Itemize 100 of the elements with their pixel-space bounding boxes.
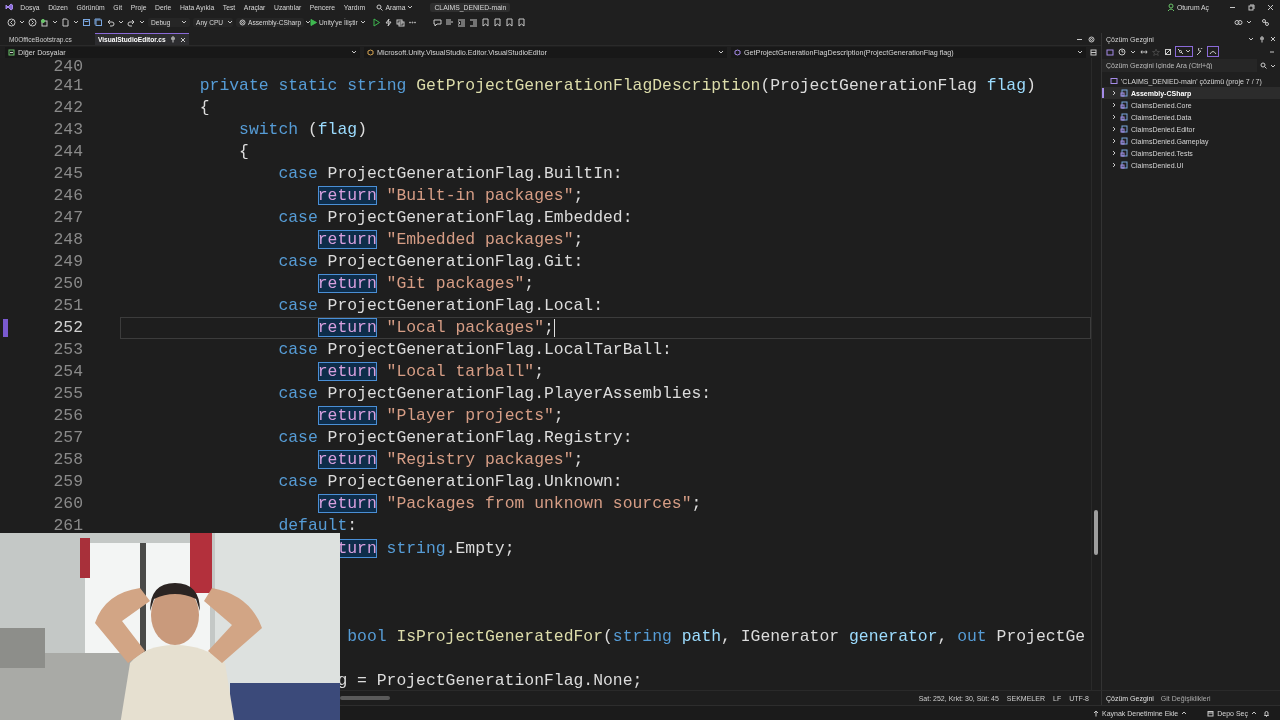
save-all-icon[interactable] [94, 17, 103, 27]
close-icon[interactable] [1270, 36, 1276, 42]
code-line: case ProjectGenerationFlag.Unknown: [277, 471, 624, 493]
code-line: default: [277, 515, 359, 537]
undo-icon[interactable] [106, 17, 115, 27]
line-number: 249 [52, 251, 83, 271]
restore-icon[interactable] [1248, 3, 1255, 11]
next-bookmark-icon[interactable] [504, 17, 514, 27]
caret-icon[interactable] [1185, 48, 1191, 54]
start-without-debugging-icon[interactable] [371, 17, 381, 27]
new-project-icon[interactable] [40, 17, 49, 27]
hot-reload-icon[interactable] [383, 17, 393, 27]
line-number: 252 [52, 318, 83, 338]
code-line: case ProjectGenerationFlag.BuiltIn: [277, 162, 624, 185]
code-line: case ProjectGenerationFlag.Embedded: [277, 206, 634, 229]
indent-icon[interactable] [468, 17, 478, 27]
star-icon[interactable] [1152, 47, 1160, 56]
window-icon[interactable] [395, 17, 405, 27]
search-icon[interactable] [1260, 62, 1267, 69]
line-number: 255 [52, 384, 83, 404]
line-number: 245 [52, 163, 83, 183]
code-line: return "Packages from unknown sources"; [316, 493, 703, 515]
account-icon [1166, 3, 1175, 11]
search-icon [376, 3, 384, 11]
save-icon[interactable] [82, 17, 91, 27]
back-icon[interactable] [7, 17, 16, 27]
solution-icon [1110, 77, 1118, 85]
line-number: 253 [52, 340, 83, 360]
line-number: 254 [52, 362, 83, 382]
line-number: 247 [52, 207, 83, 227]
caret-icon [1251, 710, 1257, 716]
arrow-up-icon [1093, 709, 1099, 717]
code-line: switch (flag) [238, 118, 368, 141]
code-line: return "Local tarball"; [316, 361, 545, 383]
caret-icon[interactable] [1077, 49, 1083, 55]
comment-icon[interactable] [432, 17, 442, 27]
code-line: return "Git packages"; [316, 272, 536, 295]
code-line: return "Built-in packages"; [316, 184, 585, 207]
share-icon[interactable] [1261, 17, 1270, 27]
caret-icon[interactable] [407, 4, 414, 10]
hide-files-icon[interactable] [1164, 47, 1172, 56]
caret-icon[interactable] [181, 19, 187, 25]
uncomment-icon[interactable] [444, 17, 454, 27]
caret-icon[interactable] [1246, 19, 1252, 25]
caret-icon[interactable] [359, 19, 366, 25]
caret-icon[interactable] [227, 19, 234, 25]
redo-icon[interactable] [127, 17, 136, 27]
caret-icon[interactable] [1248, 36, 1254, 42]
code-line: private static string GetProjectGenerationFlagDescription(ProjectGenerationFlag flag) [198, 74, 1037, 97]
filter-button[interactable] [1176, 47, 1192, 56]
new-file-icon[interactable] [61, 17, 70, 27]
outdent-icon[interactable] [456, 17, 466, 27]
code-line: case ProjectGenerationFlag.PlayerAssemblies: [277, 383, 713, 405]
caret-icon[interactable] [1270, 62, 1276, 69]
forward-icon[interactable] [28, 17, 37, 27]
line-number: 251 [52, 296, 83, 315]
line-number: 257 [52, 428, 83, 448]
caret-icon[interactable] [118, 19, 124, 25]
split-icon[interactable] [1090, 48, 1097, 56]
line-number: 260 [52, 494, 83, 514]
scrollbar[interactable] [1091, 58, 1101, 690]
line-number: 240 [52, 58, 83, 76]
wrench-icon[interactable] [1196, 47, 1204, 56]
caret-icon[interactable] [351, 49, 357, 55]
repository-icon [1207, 709, 1215, 717]
pin-icon[interactable] [169, 36, 176, 43]
close-icon[interactable] [179, 36, 186, 43]
line-number: 248 [52, 229, 83, 249]
caret-icon[interactable] [1130, 48, 1136, 55]
pin-icon[interactable] [1259, 35, 1265, 43]
horizontal-scrollbar[interactable] [340, 696, 390, 700]
code-line: return "Player projects"; [316, 405, 565, 427]
close-icon[interactable] [1267, 3, 1274, 11]
caret-icon[interactable] [52, 19, 58, 25]
home-icon[interactable] [1106, 47, 1114, 56]
code-line: case ProjectGenerationFlag.Local: [277, 295, 604, 317]
bookmark-icon[interactable] [480, 17, 490, 27]
link-icon [1177, 48, 1184, 55]
caret-icon[interactable] [718, 49, 724, 55]
caret-icon[interactable] [19, 19, 25, 25]
copilot-icon[interactable] [1234, 17, 1243, 27]
logo-icon[interactable] [4, 2, 14, 12]
caret-icon[interactable] [73, 19, 79, 25]
bell-icon[interactable] [1263, 709, 1270, 717]
code-line: { [198, 96, 211, 119]
code-line: case ProjectGenerationFlag.LocalTarBall: [277, 339, 673, 361]
history-icon[interactable] [1118, 47, 1126, 56]
code-line: { [238, 140, 250, 163]
sync-icon[interactable] [1140, 47, 1148, 56]
gear-icon[interactable] [1088, 35, 1095, 43]
caret-icon[interactable] [139, 19, 145, 25]
clear-bookmarks-icon[interactable] [516, 17, 526, 27]
preview-button[interactable] [1208, 47, 1218, 56]
code-line: return "Registry packages"; [316, 449, 585, 471]
method-icon [734, 48, 741, 56]
class-icon [367, 48, 374, 56]
caret-icon[interactable] [305, 19, 312, 25]
line-number: 241 [52, 75, 83, 95]
previous-bookmark-icon[interactable] [492, 17, 502, 27]
line-number: 243 [52, 119, 83, 139]
